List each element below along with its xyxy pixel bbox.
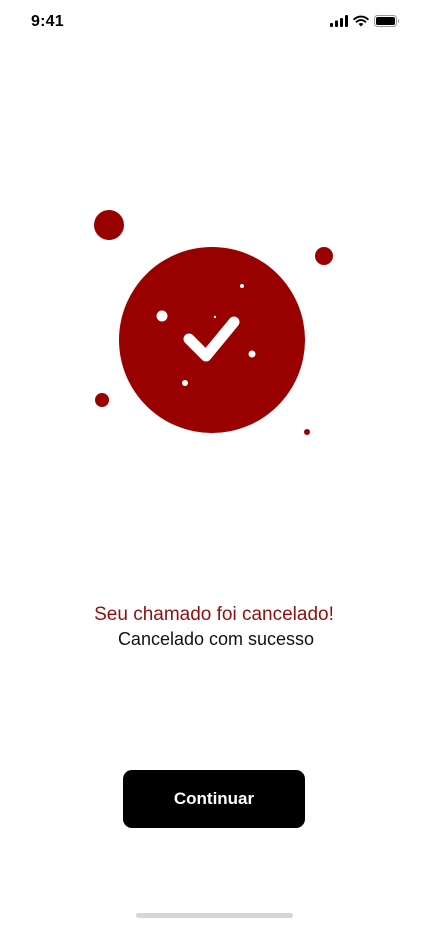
decorative-dot xyxy=(304,429,310,435)
wifi-icon xyxy=(353,15,369,27)
sparkle-dot xyxy=(240,284,244,288)
success-title: Seu chamado foi cancelado! xyxy=(94,604,334,625)
battery-icon xyxy=(374,15,399,27)
sparkle-dot xyxy=(156,310,168,322)
continue-button[interactable]: Continuar xyxy=(123,770,305,828)
checkmark-icon xyxy=(183,316,240,362)
status-icons xyxy=(330,15,400,27)
cellular-signal-icon xyxy=(330,15,348,27)
success-subtitle: Cancelado com sucesso xyxy=(117,629,315,649)
decorative-dot xyxy=(95,393,109,407)
sparkle-dot xyxy=(182,380,188,386)
sparkle-dot xyxy=(213,315,217,319)
home-indicator xyxy=(136,913,293,918)
status-time: 9:41 xyxy=(31,13,64,30)
success-circle xyxy=(119,247,305,433)
status-bar: 9:41 xyxy=(0,0,428,44)
sparkle-dot xyxy=(248,350,256,358)
decorative-dot xyxy=(315,247,333,265)
decorative-dot xyxy=(94,210,124,240)
